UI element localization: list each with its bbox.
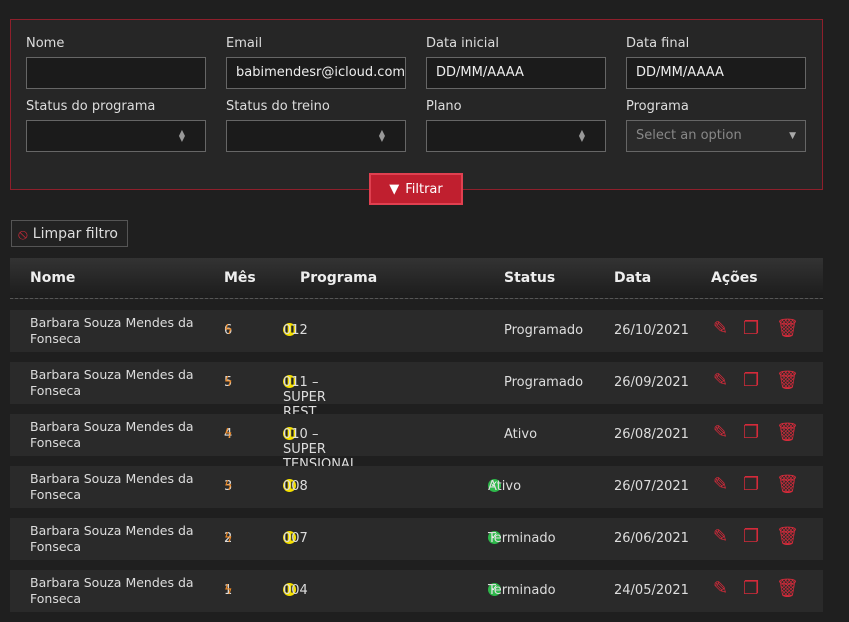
row-status: Terminado — [488, 583, 556, 598]
copy-icon[interactable]: ❐ — [743, 526, 759, 547]
row-nome: Barbara Souza Mendes da Fonseca — [30, 419, 194, 450]
plano-label: Plano — [426, 99, 462, 114]
row-data: 26/08/2021 — [614, 427, 689, 442]
caret-down-icon: ▼ — [789, 131, 796, 141]
bolt-icon: ϟ — [224, 479, 233, 494]
clear-filter-button[interactable]: ⦸ Limpar filtro — [11, 220, 128, 247]
table-row: Barbara Souza Mendes da Fonseca 1 ϟ ❚❚ 00… — [10, 570, 823, 612]
status-programa-label: Status do programa — [26, 99, 156, 114]
edit-icon[interactable]: ✎ — [713, 578, 728, 599]
trash-icon[interactable]: 🗑 — [776, 318, 799, 339]
table-header: Nome Mês Programa Status Data Ações — [10, 258, 823, 299]
row-status: Ativo — [504, 427, 538, 442]
row-status: Ativo — [488, 479, 522, 494]
header-nome: Nome — [30, 270, 76, 286]
nome-label: Nome — [26, 36, 65, 51]
ban-icon: ⦸ — [18, 224, 28, 243]
edit-icon[interactable]: ✎ — [713, 474, 728, 495]
row-status: Programado — [504, 375, 584, 390]
header-data: Data — [614, 270, 652, 286]
status-treino-select[interactable]: ▲ ▼ — [226, 120, 406, 152]
email-input[interactable]: babimendesr@icloud.com — [226, 57, 406, 89]
clear-filter-label: Limpar filtro — [32, 225, 118, 242]
row-data: 26/07/2021 — [614, 479, 689, 494]
row-nome: Barbara Souza Mendes da Fonseca — [30, 367, 194, 398]
edit-icon[interactable]: ✎ — [713, 318, 728, 339]
row-programa: 004 — [283, 583, 308, 598]
edit-icon[interactable]: ✎ — [713, 422, 728, 443]
edit-icon[interactable]: ✎ — [713, 370, 728, 391]
header-programa: Programa — [300, 270, 378, 286]
header-mes: Mês — [224, 270, 256, 286]
email-label: Email — [226, 36, 263, 51]
row-data: 26/06/2021 — [614, 531, 689, 546]
programa-placeholder: Select an option — [636, 128, 742, 143]
data-inicial-label: Data inicial — [426, 36, 499, 51]
status-treino-label: Status do treino — [226, 99, 330, 114]
row-programa: 008 — [283, 479, 308, 494]
programa-select[interactable]: Select an option ▼ — [626, 120, 806, 152]
status-programa-select[interactable]: ▲ ▼ — [26, 120, 206, 152]
filter-panel: Nome Email babimendesr@icloud.com Data i… — [10, 19, 823, 190]
row-data: 26/09/2021 — [614, 375, 689, 390]
bolt-icon: ϟ — [224, 531, 233, 546]
data-final-label: Data final — [626, 36, 690, 51]
copy-icon[interactable]: ❐ — [743, 370, 759, 391]
row-programa: 007 — [283, 531, 308, 546]
row-nome: Barbara Souza Mendes da Fonseca — [30, 575, 194, 606]
copy-icon[interactable]: ❐ — [743, 318, 759, 339]
copy-icon[interactable]: ❐ — [743, 474, 759, 495]
data-inicial-input[interactable]: DD/MM/AAAA — [426, 57, 606, 89]
table-row: Barbara Souza Mendes da Fonseca 2 ϟ ❚❚ 00… — [10, 518, 823, 560]
table-row: Barbara Souza Mendes da Fonseca 5 ϟ ❚❚ 01… — [10, 362, 823, 420]
row-status: Terminado — [488, 531, 556, 546]
row-nome: Barbara Souza Mendes da Fonseca — [30, 315, 194, 346]
bolt-icon: ϟ — [224, 323, 233, 338]
row-nome: Barbara Souza Mendes da Fonseca — [30, 471, 194, 502]
header-status: Status — [504, 270, 556, 286]
trash-icon[interactable]: 🗑 — [776, 370, 799, 391]
table-row: Barbara Souza Mendes da Fonseca 6 ϟ ❚❚ 01… — [10, 310, 823, 352]
copy-icon[interactable]: ❐ — [743, 578, 759, 599]
bolt-icon: ϟ — [224, 427, 233, 442]
row-programa: 012 — [283, 323, 308, 338]
row-nome: Barbara Souza Mendes da Fonseca — [30, 523, 194, 554]
header-acoes: Ações — [711, 270, 758, 286]
row-data: 24/05/2021 — [614, 583, 689, 598]
copy-icon[interactable]: ❐ — [743, 422, 759, 443]
table-row: Barbara Souza Mendes da Fonseca 4 ϟ ❚❚ 01… — [10, 414, 823, 472]
filter-icon: ▼ — [389, 181, 400, 197]
bolt-icon: ϟ — [224, 375, 233, 390]
plano-select[interactable]: ▲ ▼ — [426, 120, 606, 152]
trash-icon[interactable]: 🗑 — [776, 578, 799, 599]
updown-icon: ▲ ▼ — [178, 128, 185, 143]
trash-icon[interactable]: 🗑 — [776, 474, 799, 495]
bolt-icon: ϟ — [224, 583, 233, 598]
filter-button[interactable]: ▼ Filtrar — [369, 173, 463, 205]
data-final-input[interactable]: DD/MM/AAAA — [626, 57, 806, 89]
row-data: 26/10/2021 — [614, 323, 689, 338]
nome-input[interactable] — [26, 57, 206, 89]
table-row: Barbara Souza Mendes da Fonseca 3 ϟ ❚❚ 00… — [10, 466, 823, 508]
updown-icon: ▲ ▼ — [378, 128, 385, 143]
programa-label: Programa — [626, 99, 689, 114]
trash-icon[interactable]: 🗑 — [776, 422, 799, 443]
row-status: Programado — [504, 323, 584, 338]
filter-button-label: Filtrar — [405, 181, 443, 197]
edit-icon[interactable]: ✎ — [713, 526, 728, 547]
trash-icon[interactable]: 🗑 — [776, 526, 799, 547]
updown-icon: ▲ ▼ — [578, 128, 585, 143]
